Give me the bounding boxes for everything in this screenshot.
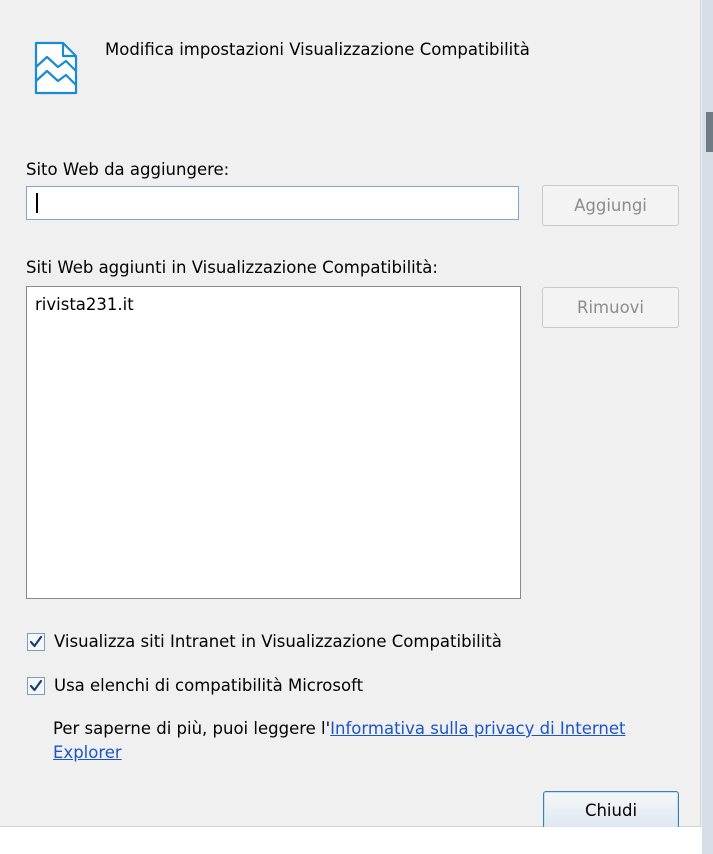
compatibility-view-icon	[33, 40, 79, 96]
dialog-title: Modifica impostazioni Visualizzazione Co…	[105, 40, 530, 59]
intranet-option-label[interactable]: Visualizza siti Intranet in Visualizzazi…	[54, 632, 502, 651]
microsoft-lists-option-label[interactable]: Usa elenchi di compatibilità Microsoft	[54, 676, 363, 695]
add-button[interactable]: Aggiungi	[542, 185, 679, 226]
remove-button[interactable]: Rimuovi	[542, 287, 679, 328]
intranet-checkbox[interactable]	[27, 633, 45, 651]
text-caret	[36, 193, 38, 213]
close-button[interactable]: Chiudi	[543, 791, 679, 830]
added-websites-label: Siti Web aggiunti in Visualizzazione Com…	[26, 258, 438, 277]
privacy-info-prefix: Per saperne di più, puoi leggere l'	[53, 719, 331, 738]
compatibility-view-dialog: Modifica impostazioni Visualizzazione Co…	[0, 0, 701, 830]
microsoft-lists-checkbox[interactable]	[27, 677, 45, 695]
background-area	[0, 827, 702, 854]
background-window-edge	[702, 0, 713, 854]
add-website-label: Sito Web da aggiungere:	[26, 160, 230, 179]
checkmark-icon	[29, 635, 43, 648]
website-url-input[interactable]	[26, 186, 519, 220]
privacy-info-text: Per saperne di più, puoi leggere l'Infor…	[53, 717, 693, 765]
added-websites-list[interactable]: rivista231.it	[26, 286, 521, 599]
background-window-scrollbar	[706, 112, 713, 152]
checkmark-icon	[29, 679, 43, 692]
list-item[interactable]: rivista231.it	[35, 295, 134, 314]
